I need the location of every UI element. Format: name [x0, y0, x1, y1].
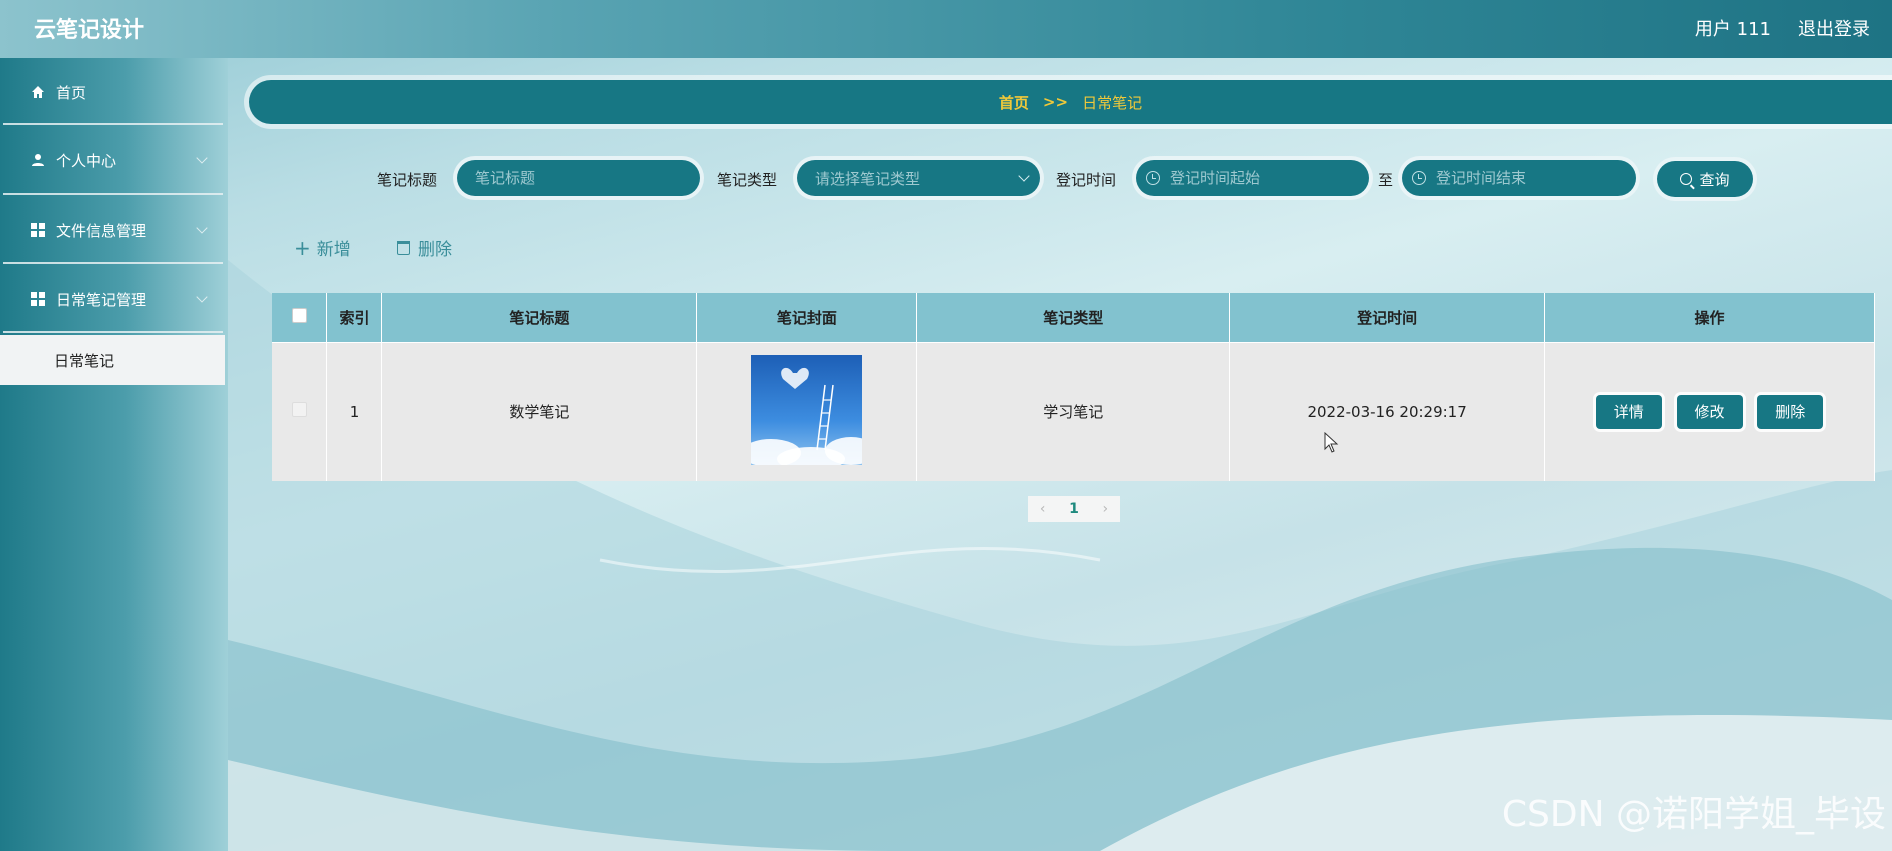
column-header: 登记时间: [1229, 293, 1546, 343]
column-header: 笔记类型: [916, 293, 1231, 343]
detail-button[interactable]: 详情: [1595, 394, 1662, 429]
search-button[interactable]: 查询: [1657, 161, 1753, 197]
search-icon: [1680, 173, 1693, 185]
time-end-input[interactable]: [1436, 169, 1636, 187]
notes-table: 索引 笔记标题 笔记封面 笔记类型 登记时间 操作 1 数学笔记 学习笔记 20…: [272, 293, 1875, 481]
pagination: ‹ 1 ›: [1028, 496, 1120, 522]
batch-delete-button[interactable]: 删除: [397, 235, 452, 260]
clock-icon: [1412, 171, 1426, 185]
table-header-row: 索引 笔记标题 笔记封面 笔记类型 登记时间 操作: [272, 293, 1875, 343]
note-cover-image: [751, 354, 863, 465]
add-label: 新增: [316, 240, 351, 260]
operations-cell: 详情 修改 删除: [1544, 342, 1875, 481]
row-select-cell: [272, 342, 328, 481]
watermark: CSDN @诺阳学姐_毕设: [1501, 794, 1886, 835]
select-all-checkbox[interactable]: [291, 307, 307, 323]
prev-page-icon[interactable]: ‹: [1040, 501, 1046, 517]
column-header: 笔记标题: [381, 293, 698, 343]
batch-delete-label: 删除: [418, 240, 452, 260]
time-start-input[interactable]: [1170, 169, 1369, 187]
sidebar-item-file-management[interactable]: 文件信息管理: [0, 196, 224, 264]
time-end-field[interactable]: [1402, 160, 1636, 196]
breadcrumb-home[interactable]: 首页: [999, 92, 1029, 113]
note-title-field[interactable]: [457, 160, 700, 196]
sidebar-item-home[interactable]: 首页: [0, 58, 224, 126]
table-row: 1 数学笔记 学习笔记 2022-03-16 20:29:17 详情 修改 删除: [272, 342, 1875, 481]
delete-button[interactable]: 删除: [1757, 394, 1824, 429]
grid-icon: [30, 291, 46, 307]
sidebar-item-label: 日常笔记管理: [56, 290, 147, 309]
mouse-cursor-icon: [1324, 432, 1339, 453]
chevron-down-icon: [196, 152, 208, 164]
user-name: 用户 111: [1694, 19, 1771, 40]
note-type-select[interactable]: 请选择笔记类型: [797, 160, 1040, 196]
page-number[interactable]: 1: [1069, 501, 1079, 517]
select-all-header: [272, 293, 328, 343]
cover-cell: [696, 342, 918, 481]
column-header: 操作: [1544, 293, 1875, 343]
sidebar-divider: [3, 262, 223, 264]
sidebar-item-personal-center[interactable]: 个人中心: [0, 126, 224, 194]
time-start-field[interactable]: [1136, 160, 1369, 196]
plus-icon: +: [294, 235, 311, 260]
sidebar-divider: [3, 123, 223, 125]
note-type-placeholder: 请选择笔记类型: [815, 169, 921, 188]
chevron-down-icon: [196, 222, 208, 234]
index-cell: 1: [326, 342, 383, 481]
clock-icon: [1146, 171, 1160, 185]
time-cell: 2022-03-16 20:29:17: [1229, 342, 1546, 481]
sidebar-divider: [3, 331, 223, 333]
grid-icon: [30, 222, 46, 238]
sidebar-divider: [3, 193, 223, 195]
app-title: 云笔记设计: [34, 18, 145, 43]
register-time-label: 登记时间: [1056, 171, 1117, 189]
chevron-down-icon: [1018, 170, 1030, 182]
type-cell: 学习笔记: [916, 342, 1231, 481]
sidebar-item-label: 文件信息管理: [56, 221, 147, 240]
next-page-icon[interactable]: ›: [1103, 501, 1109, 517]
note-title-input[interactable]: [475, 169, 700, 187]
chevron-down-icon: [196, 291, 208, 303]
column-header: 笔记封面: [696, 293, 918, 343]
edit-button[interactable]: 修改: [1676, 394, 1743, 429]
row-checkbox[interactable]: [291, 402, 307, 418]
user-icon: [30, 152, 46, 168]
sidebar-item-label: 个人中心: [56, 151, 117, 170]
breadcrumb-separator: >>: [1042, 93, 1069, 111]
title-cell: 数学笔记: [381, 342, 698, 481]
sidebar-item-label: 首页: [56, 83, 87, 102]
time-range-separator: 至: [1378, 171, 1394, 189]
add-button[interactable]: + 新增: [294, 235, 351, 261]
logout-link[interactable]: 退出登录: [1798, 15, 1870, 41]
breadcrumb-current: 日常笔记: [1082, 93, 1143, 112]
trash-icon: [397, 240, 410, 255]
sidebar: 首页 个人中心 文件信息管理 日常笔记管理 日常笔记: [0, 58, 228, 851]
column-header: 索引: [326, 293, 383, 343]
sidebar-subitem-daily-notes[interactable]: 日常笔记: [0, 335, 225, 385]
breadcrumb: 首页 >> 日常笔记: [249, 80, 1892, 124]
note-type-label: 笔记类型: [717, 171, 778, 189]
top-bar: 云笔记设计 用户 111 退出登录: [0, 0, 1892, 58]
home-icon: [30, 84, 46, 100]
search-button-label: 查询: [1699, 170, 1730, 189]
sidebar-item-daily-notes-management[interactable]: 日常笔记管理: [0, 265, 224, 333]
note-title-label: 笔记标题: [377, 171, 438, 189]
